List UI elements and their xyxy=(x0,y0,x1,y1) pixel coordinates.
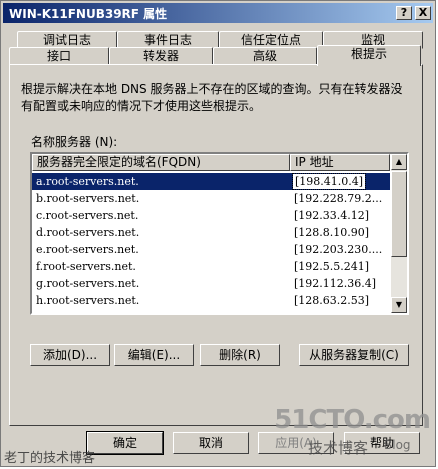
tab-root-hints[interactable]: 根提示 xyxy=(317,45,421,66)
window-title: WIN-K11FNUB39RF 属性 xyxy=(9,7,168,21)
add-button[interactable]: 添加(D)... xyxy=(30,344,110,366)
name-servers-label: 名称服务器 (N): xyxy=(31,135,118,149)
properties-dialog: WIN-K11FNUB39RF 属性 ? X 调试日志 事件日志 信任定位点 监… xyxy=(0,0,436,467)
server-ip: [128.63.2.53] xyxy=(294,294,370,307)
list-item[interactable]: f.root-servers.net. [192.5.5.241] xyxy=(32,258,390,275)
column-header-ip[interactable]: IP 地址 xyxy=(290,154,390,171)
vertical-scrollbar[interactable]: ▲ ▼ xyxy=(391,154,407,313)
column-header-fqdn[interactable]: 服务器完全限定的域名(FQDN) xyxy=(32,154,290,171)
edit-button[interactable]: 编辑(E)... xyxy=(114,344,194,366)
close-title-button[interactable]: X xyxy=(415,6,431,20)
help-title-button[interactable]: ? xyxy=(396,6,412,20)
tab-advanced[interactable]: 高级 xyxy=(213,47,317,65)
server-fqdn: c.root-servers.net. xyxy=(36,209,139,222)
server-fqdn: d.root-servers.net. xyxy=(36,226,140,239)
root-hints-description: 根提示解决在本地 DNS 服务器上不存在的区域的查询。只有在转发器没有配置或未响… xyxy=(21,82,403,113)
scroll-up-icon[interactable]: ▲ xyxy=(391,154,407,170)
watermark-subtitle: 技术博客 xyxy=(308,439,369,457)
server-fqdn: g.root-servers.net. xyxy=(36,277,140,290)
server-ip: [192.228.79.2... xyxy=(294,192,383,205)
list-item[interactable]: d.root-servers.net. [128.8.10.90] xyxy=(32,224,390,241)
server-fqdn: f.root-servers.net. xyxy=(36,260,136,273)
cancel-button[interactable]: 取消 xyxy=(173,432,249,454)
remove-button[interactable]: 删除(R) xyxy=(200,344,280,366)
server-fqdn: a.root-servers.net. xyxy=(36,175,139,188)
title-bar[interactable]: WIN-K11FNUB39RF 属性 ? X xyxy=(3,3,433,23)
server-ip: [192.33.4.12] xyxy=(294,209,370,222)
list-item[interactable]: h.root-servers.net. [128.63.2.53] xyxy=(32,292,390,309)
watermark-author: 老丁的技术博客 xyxy=(4,451,96,466)
server-fqdn: b.root-servers.net. xyxy=(36,192,140,205)
tab-row-bottom: 接口 转发器 高级 根提示 xyxy=(9,45,423,66)
server-fqdn: h.root-servers.net. xyxy=(36,294,140,307)
copy-from-server-button[interactable]: 从服务器复制(C) xyxy=(299,344,409,366)
list-item[interactable]: e.root-servers.net. [192.203.230.... xyxy=(32,241,390,258)
list-item[interactable]: c.root-servers.net. [192.33.4.12] xyxy=(32,207,390,224)
watermark-blog: Blog xyxy=(384,438,411,452)
watermark-logo: 51CTO.com xyxy=(274,405,431,435)
scroll-down-icon[interactable]: ▼ xyxy=(391,297,407,313)
server-ip: [128.8.10.90] xyxy=(294,226,370,239)
list-item[interactable]: b.root-servers.net. [192.228.79.2... xyxy=(32,190,390,207)
server-fqdn: e.root-servers.net. xyxy=(36,243,139,256)
tab-interfaces[interactable]: 接口 xyxy=(9,47,109,65)
list-item[interactable]: a.root-servers.net. [198.41.0.4] xyxy=(32,173,390,190)
server-ip: [192.203.230.... xyxy=(294,243,383,256)
scroll-thumb[interactable] xyxy=(391,171,407,257)
name-servers-list[interactable]: 服务器完全限定的域名(FQDN) IP 地址 a.root-servers.ne… xyxy=(30,152,409,315)
tab-forwarders[interactable]: 转发器 xyxy=(109,47,213,65)
server-ip: [192.112.36.4] xyxy=(294,277,377,290)
server-ip: [192.5.5.241] xyxy=(294,260,370,273)
server-ip: [198.41.0.4] xyxy=(291,173,367,190)
list-item[interactable]: g.root-servers.net. [192.112.36.4] xyxy=(32,275,390,292)
ok-button[interactable]: 确定 xyxy=(86,431,164,455)
